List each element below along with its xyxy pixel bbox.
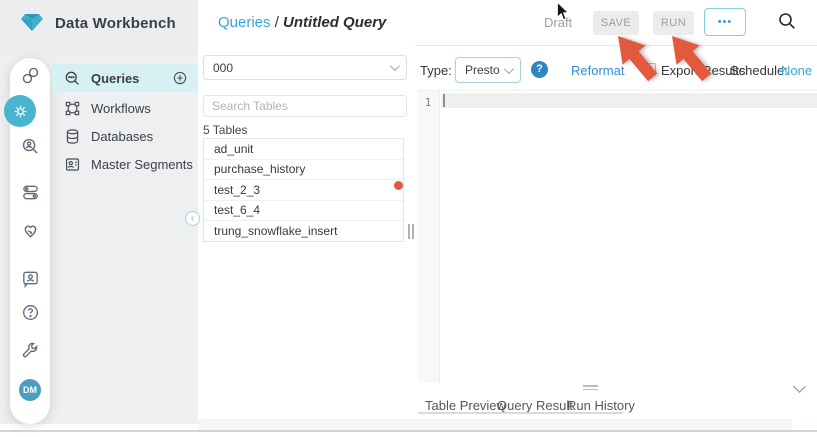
table-list: ad_unit purchase_history test_2_3 test_6…	[203, 138, 404, 242]
help-icon[interactable]	[10, 303, 50, 322]
tab-query-result[interactable]: Query Result	[497, 398, 573, 413]
editor-gutter: 1	[418, 91, 440, 383]
sidebar-item-master-segments[interactable]: Master Segments	[52, 150, 198, 178]
sidebar-item-workflows[interactable]: Workflows	[52, 94, 198, 122]
favorites-heart-icon[interactable]	[10, 221, 50, 240]
sidebar-item-label: Queries	[91, 71, 139, 86]
editor-resize-handle[interactable]	[583, 385, 598, 392]
master-segments-icon	[64, 156, 81, 173]
breadcrumb-section-link[interactable]: Queries	[218, 14, 271, 31]
sql-editor[interactable]: 1	[418, 90, 817, 382]
export-results-checkbox[interactable]	[643, 63, 656, 76]
editor-active-line	[441, 93, 817, 108]
engine-help-icon[interactable]: ?	[531, 61, 548, 78]
table-name: test_6_4	[214, 203, 260, 217]
header-divider	[415, 45, 817, 46]
save-button[interactable]: SAVE	[593, 11, 639, 35]
notification-dot	[394, 181, 403, 190]
app-logo-icon[interactable]	[21, 14, 43, 31]
app-title: Data Workbench	[55, 15, 176, 32]
link-icon[interactable]	[10, 66, 50, 85]
table-row[interactable]: purchase_history	[204, 160, 403, 181]
reformat-link[interactable]: Reformat	[571, 63, 624, 78]
table-name: purchase_history	[214, 162, 305, 176]
tabs-underline	[418, 412, 623, 414]
table-name: trung_snowflake_insert	[214, 224, 337, 238]
user-search-icon[interactable]	[10, 137, 50, 156]
sidebar-item-label: Master Segments	[91, 157, 193, 172]
chevron-down-icon	[390, 61, 400, 71]
app-window: Data Workbench Queries / Untitled Query …	[0, 0, 817, 437]
table-name: ad_unit	[214, 142, 253, 156]
run-button[interactable]: RUN	[653, 11, 694, 35]
footer-strip	[198, 419, 792, 430]
window-bottom-border	[0, 430, 817, 432]
engine-select-value: Presto	[465, 63, 500, 77]
queries-icon	[64, 70, 81, 87]
schedule-label: Schedule:	[730, 63, 788, 78]
collapse-sidebar-button[interactable]: ‹	[185, 211, 200, 226]
workflows-icon	[64, 100, 81, 117]
contact-icon[interactable]	[10, 269, 50, 288]
breadcrumb-separator: /	[271, 14, 284, 31]
draft-status: Draft	[544, 15, 572, 30]
chevron-down-icon	[504, 64, 514, 74]
add-query-button[interactable]	[172, 70, 188, 86]
more-options-button[interactable]: •••	[704, 8, 746, 36]
data-workbench-icon[interactable]	[4, 95, 36, 127]
editor-caret	[443, 94, 445, 107]
tables-count-label: 5 Tables	[203, 123, 247, 137]
tools-wrench-icon[interactable]	[10, 341, 50, 360]
user-avatar[interactable]: DM	[19, 379, 41, 401]
sidebar-item-databases[interactable]: Databases	[52, 122, 198, 150]
sidebar-item-label: Databases	[91, 129, 153, 144]
connectors-icon[interactable]	[10, 183, 50, 202]
table-name: test_2_3	[214, 183, 260, 197]
line-number: 1	[418, 96, 438, 109]
tab-run-history[interactable]: Run History	[567, 398, 635, 413]
table-search-input[interactable]	[203, 95, 407, 117]
table-row[interactable]: test_2_3	[204, 180, 403, 201]
breadcrumb: Queries / Untitled Query	[218, 14, 386, 31]
databases-icon	[64, 128, 81, 145]
search-icon[interactable]	[778, 12, 796, 30]
database-select-value: 000	[213, 61, 233, 75]
tab-table-preview[interactable]: Table Preview	[425, 398, 506, 413]
panel-resize-handle[interactable]	[408, 224, 414, 239]
table-row[interactable]: ad_unit	[204, 139, 403, 160]
database-select[interactable]: 000	[203, 55, 407, 80]
schedule-value-link[interactable]: None	[781, 63, 812, 78]
plus-circle-icon	[172, 70, 188, 86]
breadcrumb-current: Untitled Query	[283, 14, 386, 31]
table-row[interactable]: trung_snowflake_insert	[204, 221, 403, 242]
engine-select[interactable]: Presto	[455, 57, 521, 83]
sidebar-item-label: Workflows	[91, 101, 151, 116]
type-label: Type:	[420, 63, 452, 78]
sidebar-item-queries[interactable]: Queries	[52, 64, 198, 92]
table-row[interactable]: test_6_4	[204, 201, 403, 222]
editor-collapse-chevron-icon[interactable]	[793, 380, 806, 393]
